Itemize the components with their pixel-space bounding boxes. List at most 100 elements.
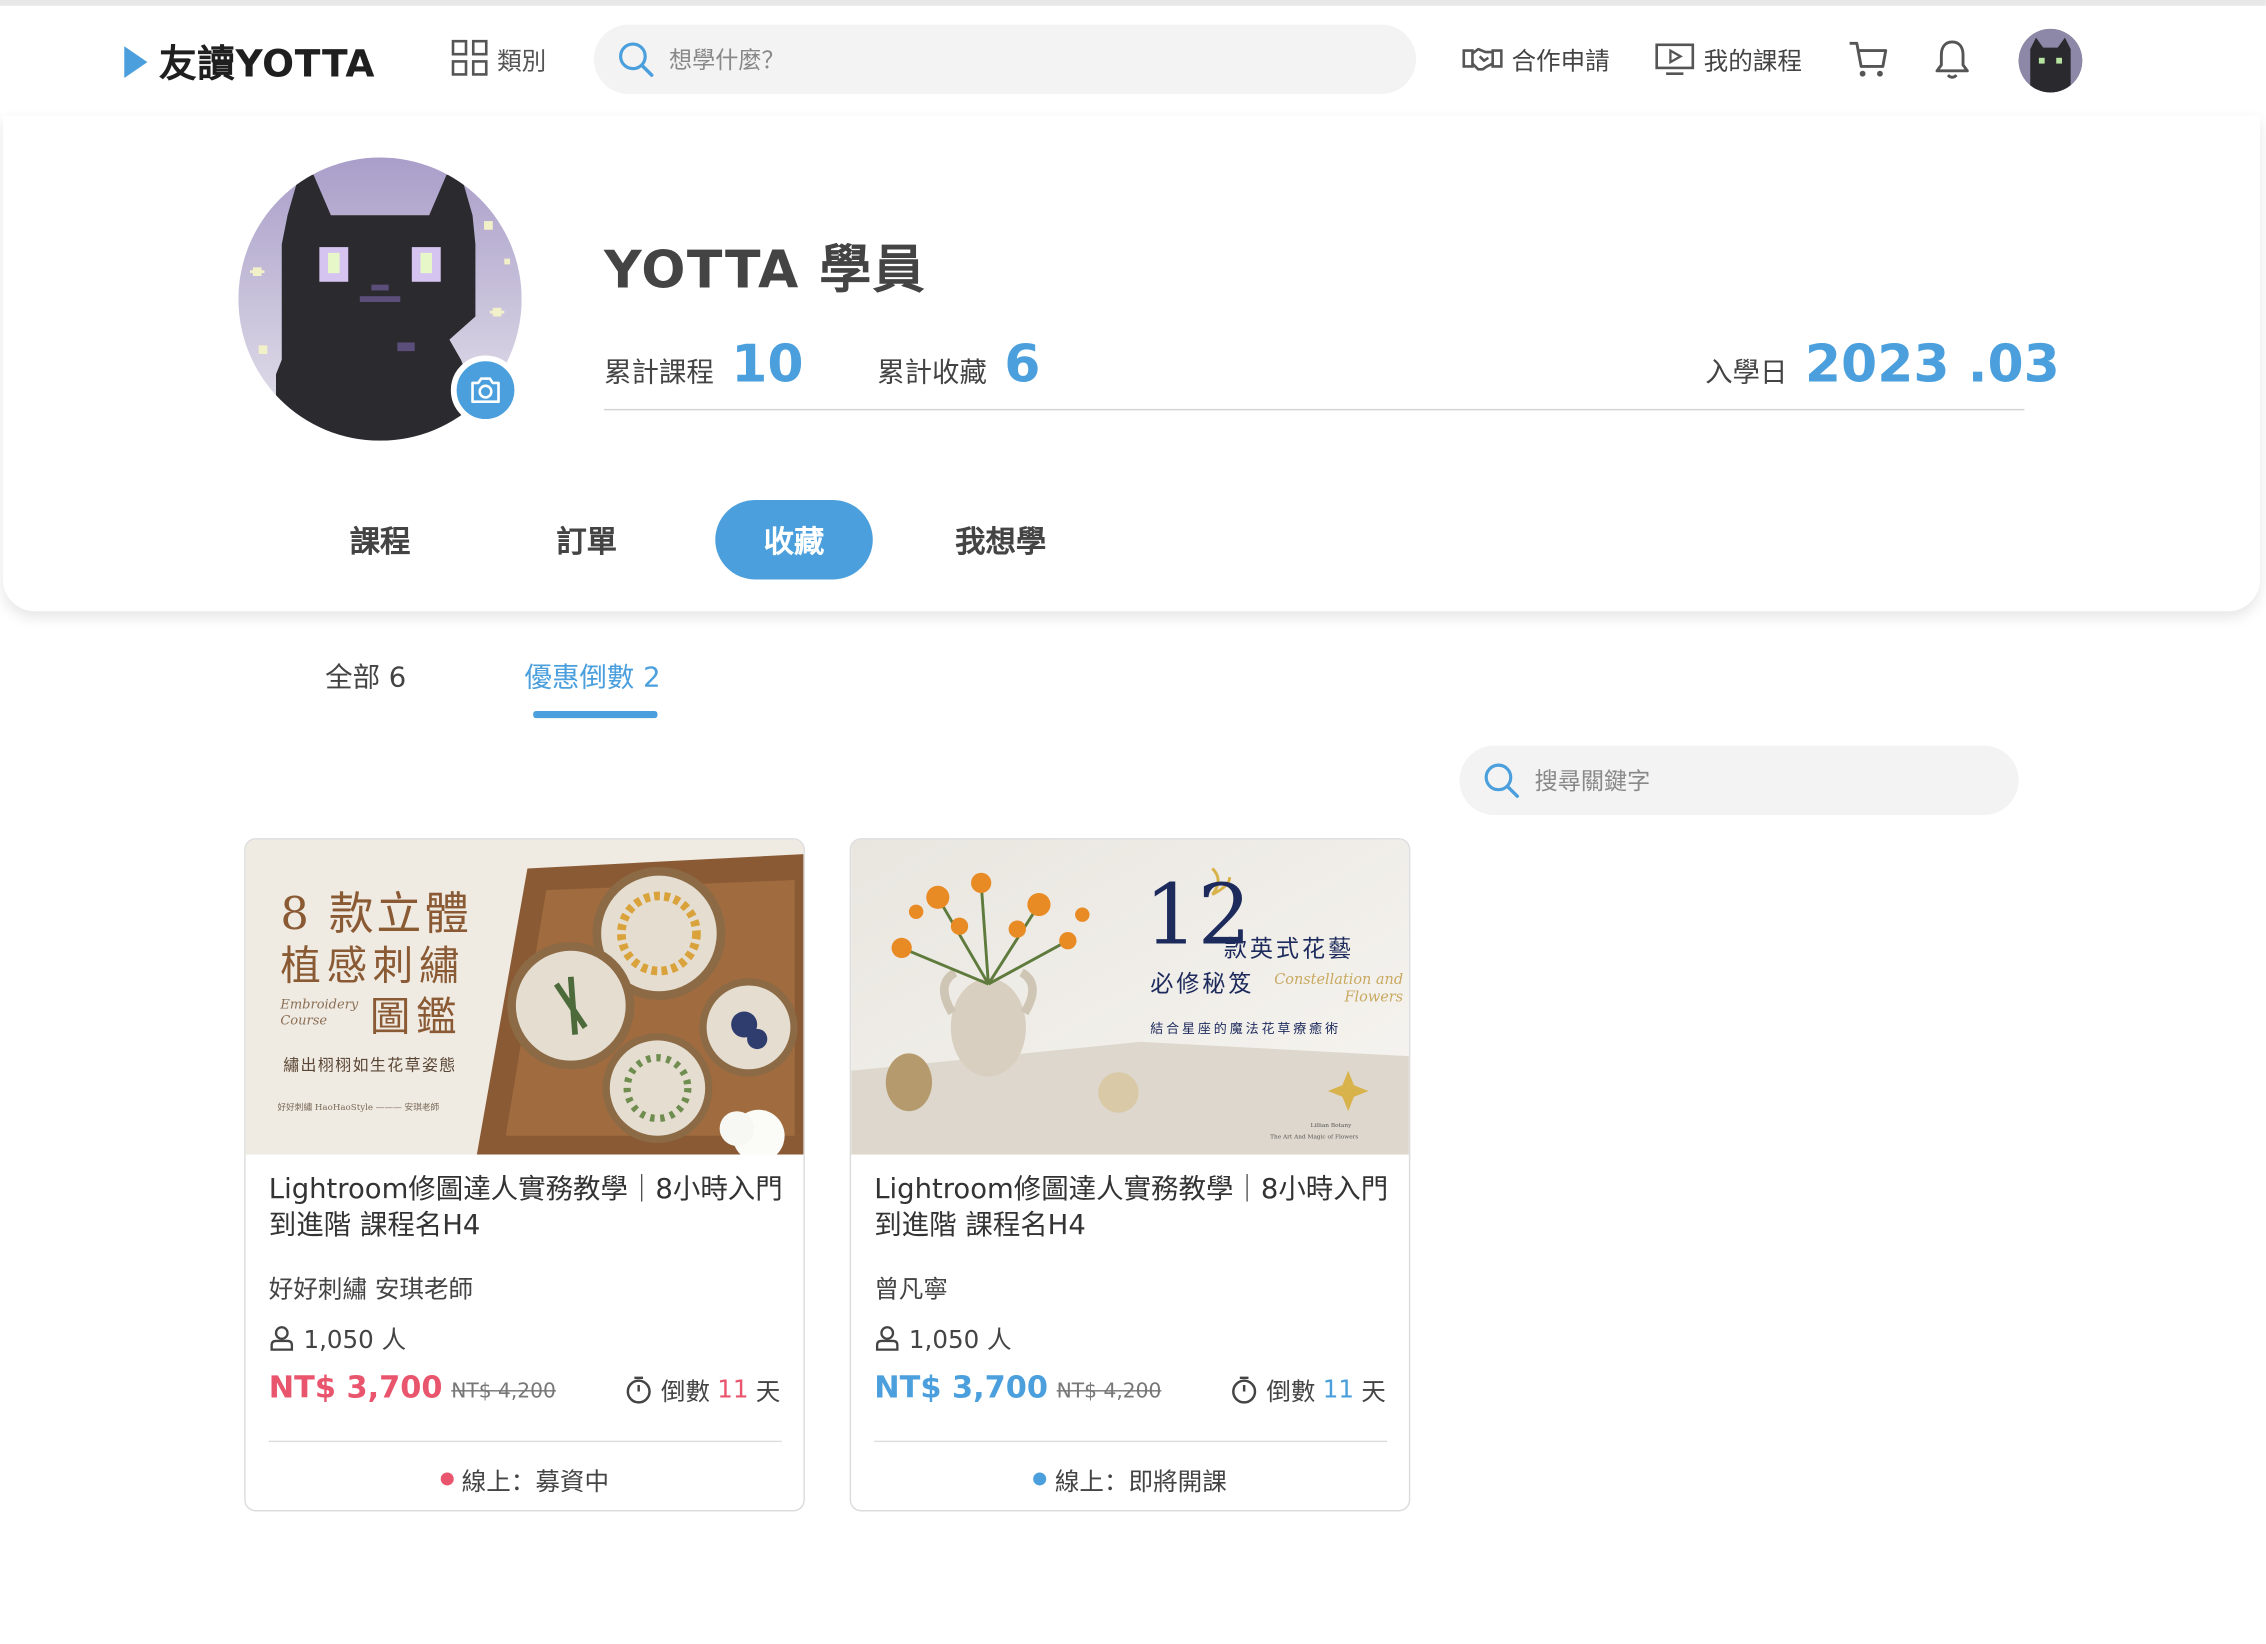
course-price: NT$ 3,700 NT$ 4,200 <box>874 1370 1161 1405</box>
thumb-credit2: The Art And Magic of Flowers <box>1270 1132 1359 1141</box>
camera-icon <box>471 377 500 404</box>
course-instructor: 曾凡寧 <box>874 1275 948 1305</box>
total-favorites-count: 6 <box>1004 335 1041 395</box>
status-dot <box>440 1472 454 1486</box>
category-button[interactable]: 類別 <box>451 39 546 77</box>
sale-price: NT$ 3,700 <box>874 1369 1048 1405</box>
thumb-footer: 好好刺繡 HaoHaoStyle ——— 安琪老師 <box>277 1102 440 1113</box>
status-text: 線上：募資中 <box>461 1468 610 1498</box>
grid-icon <box>451 39 488 76</box>
keyword-search-bar[interactable] <box>1459 745 2019 815</box>
search-icon <box>619 42 654 77</box>
students-count: 1,050 人 <box>908 1326 1012 1356</box>
search-icon <box>1484 763 1519 798</box>
card-divider <box>268 1440 782 1443</box>
search-input[interactable] <box>669 45 1363 73</box>
course-price: NT$ 3,700 NT$ 4,200 <box>269 1370 556 1405</box>
thumb-eng: Embroidery Course <box>280 998 359 1029</box>
course-students: 1,050 人 <box>874 1319 1012 1356</box>
course-status: 線上：即將開課 <box>851 1461 1409 1497</box>
countdown: 倒數 11 天 <box>1230 1371 1386 1407</box>
tab-courses[interactable]: 課程 <box>350 500 411 579</box>
thumb-line3: 圖鑑 <box>369 992 463 1041</box>
logo-text: 友讀YOTTA <box>158 43 376 87</box>
thumb-subtitle: 繡出栩栩如生花草姿態 <box>283 1056 457 1076</box>
course-card[interactable]: 12 款英式花藝 必修秘笈 Constellation and Flowers … <box>849 838 1411 1512</box>
cat-avatar-icon <box>2018 28 2083 93</box>
logo[interactable]: 友讀YOTTA <box>124 35 375 88</box>
user-name: YOTTA 學員 <box>604 241 927 301</box>
total-courses-stat: 累計課程 10 <box>604 335 804 394</box>
partner-link[interactable]: 合作申請 <box>1462 40 1610 77</box>
enroll-date-value: 2023 .03 <box>1804 335 2060 395</box>
notification-button[interactable] <box>1932 38 1972 87</box>
tab-wishlist-label: 我想學 <box>955 523 1047 559</box>
subtab-active-indicator <box>533 710 658 719</box>
countdown-label: 倒數 <box>1266 1378 1316 1408</box>
thumb-line1: 8 款立體 <box>280 888 472 941</box>
my-courses-label: 我的課程 <box>1703 47 1802 77</box>
stopwatch-icon <box>1232 1375 1257 1403</box>
tab-favorites-label: 收藏 <box>763 523 825 559</box>
total-courses-label: 累計課程 <box>604 356 714 389</box>
course-students: 1,050 人 <box>269 1319 406 1355</box>
subtab-all-label: 全部 6 <box>325 661 407 694</box>
status-dot <box>1033 1472 1047 1486</box>
students-count: 1,050 人 <box>303 1326 407 1356</box>
countdown-days: 11 <box>717 1374 749 1404</box>
thumb-line2: 必修秘笈 <box>1150 969 1255 998</box>
countdown: 倒數 11 天 <box>625 1371 781 1408</box>
course-card[interactable]: 8 款立體 植感刺繡 Embroidery Course 圖鑑 繡出栩栩如生花草… <box>244 838 805 1512</box>
sale-price: NT$ 3,700 <box>268 1369 443 1405</box>
original-price: NT$ 4,200 <box>451 1379 556 1404</box>
thumb-subtitle: 結合星座的魔法花草療癒術 <box>1150 1023 1341 1038</box>
course-status: 線上：募資中 <box>246 1461 804 1497</box>
bell-icon <box>1935 40 1969 79</box>
enroll-date-stat: 入學日 2023 .03 <box>1705 335 2060 394</box>
stat-divider <box>604 408 2025 411</box>
thumb-line2: 植感刺繡 <box>280 942 466 990</box>
enroll-date-label: 入學日 <box>1705 356 1788 389</box>
logo-mark-icon <box>124 45 148 78</box>
video-screen-icon <box>1655 42 1695 75</box>
total-courses-count: 10 <box>731 335 804 395</box>
page-root: 友讀YOTTA 類別 合作申請 我的課程 <box>0 0 2266 1644</box>
status-text: 線上：即將開課 <box>1054 1468 1227 1498</box>
tab-courses-label: 課程 <box>349 523 411 559</box>
tab-orders-label: 訂單 <box>556 523 618 559</box>
my-courses-link[interactable]: 我的課程 <box>1655 40 1802 77</box>
tab-wishlist[interactable]: 我想學 <box>955 500 1046 579</box>
course-title: Lightroom修圖達人實務教學｜8小時入門到進階 課程名H4 <box>268 1173 783 1242</box>
top-shadow <box>0 0 2266 6</box>
search-bar[interactable] <box>593 24 1417 94</box>
stopwatch-icon <box>627 1375 652 1403</box>
course-thumbnail: 8 款立體 植感刺繡 Embroidery Course 圖鑑 繡出栩栩如生花草… <box>245 839 804 1155</box>
original-price: NT$ 4,200 <box>1056 1379 1162 1404</box>
thumb-script: Constellation and Flowers <box>1274 972 1404 1006</box>
handshake-icon <box>1462 47 1503 70</box>
person-icon <box>270 1325 294 1351</box>
total-favorites-label: 累計收藏 <box>877 356 987 389</box>
countdown-days: 11 <box>1322 1374 1354 1404</box>
countdown-unit: 天 <box>1361 1378 1386 1408</box>
thumb-line1: 款英式花藝 <box>1223 934 1354 963</box>
tab-orders[interactable]: 訂單 <box>556 500 617 579</box>
keyword-search-input[interactable] <box>1534 766 1969 795</box>
partner-label: 合作申請 <box>1511 47 1610 77</box>
subtab-all[interactable]: 全部 6 <box>325 656 406 695</box>
subtab-discount-countdown[interactable]: 優惠倒數 2 <box>525 656 661 695</box>
category-label: 類別 <box>497 46 547 76</box>
total-favorites-stat: 累計收藏 6 <box>877 335 1040 394</box>
tab-favorites[interactable]: 收藏 <box>715 499 873 580</box>
course-instructor: 好好刺繡 安琪老師 <box>268 1275 474 1305</box>
thumb-credit1: Lillian Botany <box>1310 1121 1352 1129</box>
course-title: Lightroom修圖達人實務教學｜8小時入門到進階 課程名H4 <box>874 1173 1389 1242</box>
countdown-label: 倒數 <box>660 1378 711 1408</box>
course-thumbnail: 12 款英式花藝 必修秘笈 Constellation and Flowers … <box>851 839 1409 1155</box>
change-avatar-button[interactable] <box>450 355 521 425</box>
cart-button[interactable] <box>1847 38 1890 87</box>
cart-icon <box>1849 41 1888 77</box>
countdown-unit: 天 <box>755 1378 781 1408</box>
card-divider <box>874 1440 1388 1443</box>
header-avatar[interactable] <box>2018 28 2083 93</box>
